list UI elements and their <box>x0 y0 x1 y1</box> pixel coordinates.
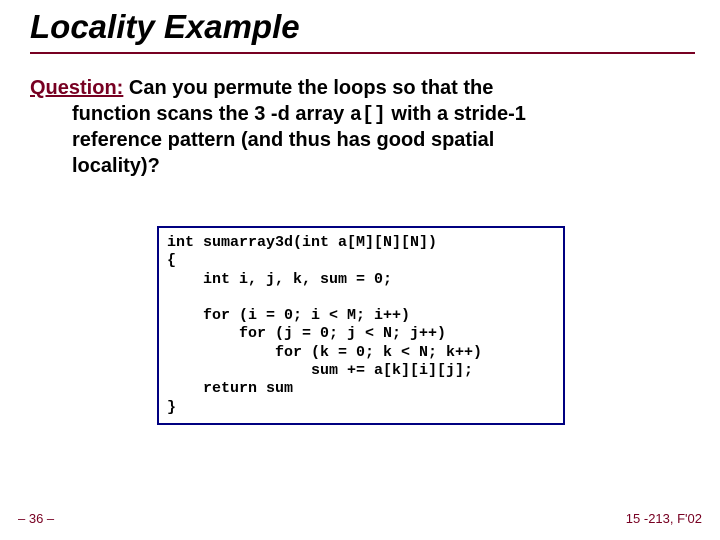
title-underline <box>30 52 695 54</box>
question-text-line4: locality)? <box>72 154 670 180</box>
code-box: int sumarray3d(int a[M][N][N]) { int i, … <box>157 226 565 425</box>
inline-code-array: a[] <box>350 104 386 127</box>
question-line2-a: function scans the 3 -d array <box>72 103 350 125</box>
question-text-line2: function scans the 3 -d array a[] with a… <box>72 102 670 129</box>
footer-page-number: – 36 – <box>18 511 54 526</box>
question-block: Question: Can you permute the loops so t… <box>30 76 670 179</box>
footer-course-label: 15 -213, F'02 <box>626 511 702 526</box>
question-text-line3: reference pattern (and thus has good spa… <box>72 128 670 154</box>
question-label: Question: <box>30 77 123 99</box>
question-line2-b: with a stride-1 <box>386 103 526 125</box>
code-content: int sumarray3d(int a[M][N][N]) { int i, … <box>167 234 555 417</box>
slide-title: Locality Example <box>30 8 300 46</box>
question-text-line1: Can you permute the loops so that the <box>123 77 493 99</box>
slide: Locality Example Question: Can you permu… <box>0 0 720 540</box>
